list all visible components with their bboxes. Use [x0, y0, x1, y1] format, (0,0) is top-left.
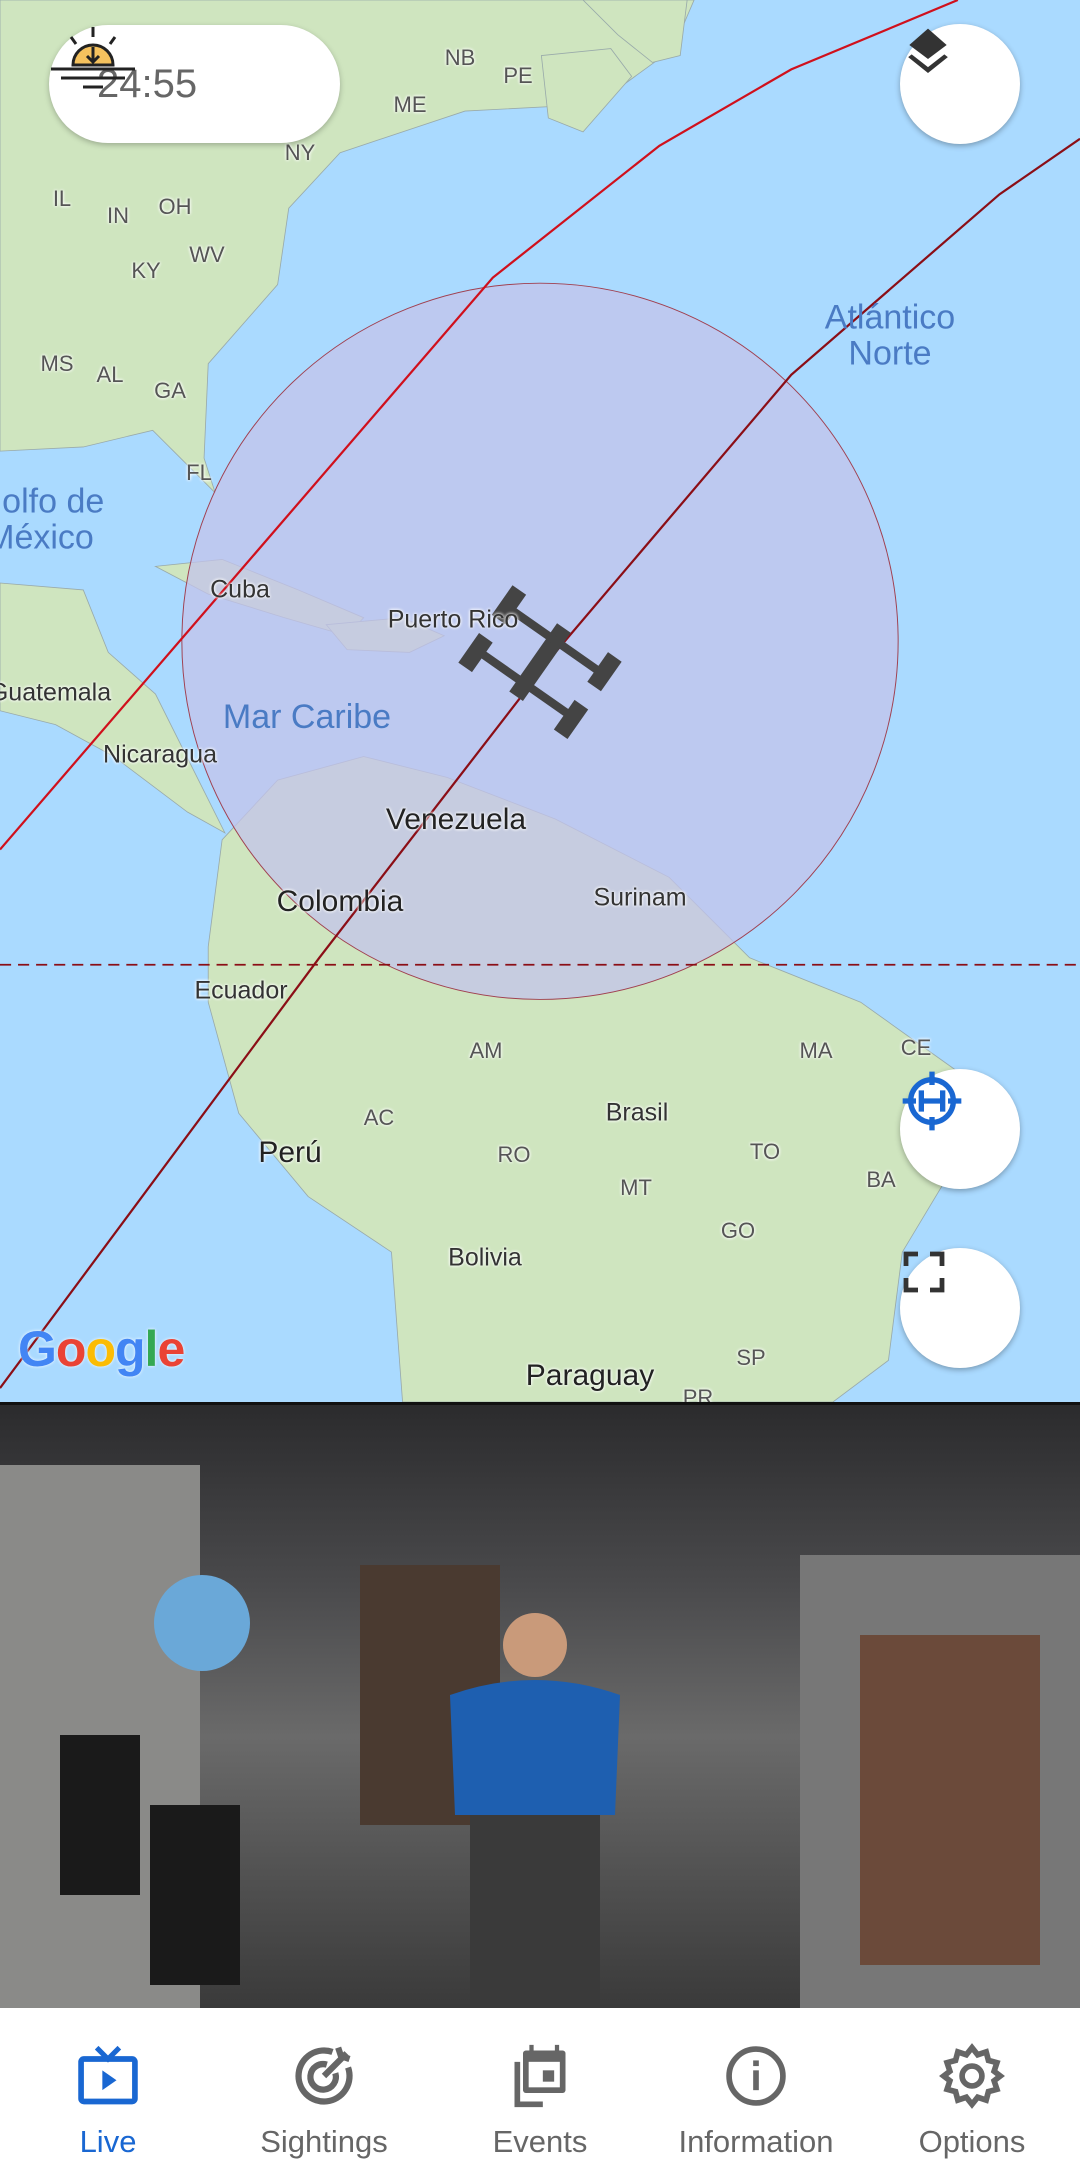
calendar-icon	[514, 2044, 566, 2108]
map-view[interactable]: NB PE ME NY IL IN OH WV KY MS AL GA FL A…	[0, 0, 1080, 1402]
map-label: IL	[52, 186, 72, 211]
video-frame	[0, 1465, 1080, 2008]
info-icon	[726, 2046, 786, 2106]
map-label: SP	[736, 1345, 766, 1370]
map-label: Ecuador	[194, 976, 288, 1005]
tab-label: Live	[79, 2124, 137, 2159]
map-label: Bolivia	[448, 1243, 522, 1272]
sunset-icon	[51, 27, 135, 89]
map-label: BA	[866, 1167, 896, 1192]
iss-locate-icon	[902, 1071, 962, 1131]
live-video-player[interactable]	[0, 1402, 1080, 2008]
map-label: NY	[284, 140, 316, 165]
map-label: KY	[131, 258, 161, 283]
map-label: GA	[154, 378, 186, 403]
map-label: TO	[749, 1139, 781, 1164]
sea-label: Mar Caribe	[222, 698, 392, 737]
gear-icon	[939, 2043, 1005, 2109]
live-tv-icon	[78, 2045, 138, 2105]
map-label: IN	[107, 203, 129, 228]
fullscreen-icon	[903, 1251, 945, 1293]
map-label: WV	[189, 242, 225, 267]
tab-label: Options	[918, 2124, 1026, 2159]
map-label: AL	[96, 362, 124, 387]
map-label: PR	[682, 1385, 714, 1402]
map-label: Puerto Rico	[387, 605, 519, 634]
map-label: MS	[40, 351, 74, 376]
map-label: AM	[469, 1038, 503, 1063]
land-nova-scotia	[540, 48, 633, 133]
map-label: AC	[363, 1105, 395, 1130]
tab-options[interactable]: Options	[864, 2008, 1080, 2178]
tab-live[interactable]: Live	[0, 2008, 216, 2178]
map-label: RO	[497, 1142, 531, 1167]
map-label: MA	[799, 1038, 833, 1063]
sea-label: Atlántico Norte	[824, 298, 956, 372]
map-label: Guatemala	[0, 678, 112, 707]
map-label: ME	[393, 92, 427, 117]
map-label: GO	[720, 1218, 756, 1243]
fullscreen-button[interactable]	[900, 1248, 1020, 1368]
map-label: OH	[158, 194, 192, 219]
locate-iss-button[interactable]	[900, 1069, 1020, 1189]
tab-sightings[interactable]: Sightings	[216, 2008, 432, 2178]
sunset-timer[interactable]: 24:55	[49, 25, 340, 143]
tab-events[interactable]: Events	[432, 2008, 648, 2178]
map-label: MT	[620, 1175, 652, 1200]
map-label: NB	[444, 45, 476, 70]
map-label: FL	[186, 460, 212, 485]
map-label: CE	[900, 1035, 932, 1060]
map-label: Colombia	[276, 885, 404, 918]
map-label: Perú	[258, 1136, 322, 1169]
map-label: Paraguay	[525, 1359, 655, 1392]
sea-label: Golfo de México	[0, 482, 105, 556]
google-logo: Google	[18, 1321, 185, 1377]
target-icon	[295, 2046, 353, 2105]
tab-label: Information	[678, 2124, 834, 2159]
map-label: PE	[503, 63, 533, 88]
layers-button[interactable]	[900, 24, 1020, 144]
tab-label: Sightings	[260, 2124, 388, 2159]
map-label: Venezuela	[385, 803, 527, 836]
tab-information[interactable]: Information	[648, 2008, 864, 2178]
map-label: Brasil	[605, 1098, 669, 1127]
map-label: Nicaragua	[103, 740, 217, 769]
tab-label: Events	[492, 2124, 588, 2159]
map-label: Cuba	[210, 575, 270, 604]
bottom-navigation: Live Sightings Events Information Option…	[0, 2008, 1080, 2178]
layers-icon	[908, 28, 948, 73]
map-label: Surinam	[593, 883, 687, 912]
